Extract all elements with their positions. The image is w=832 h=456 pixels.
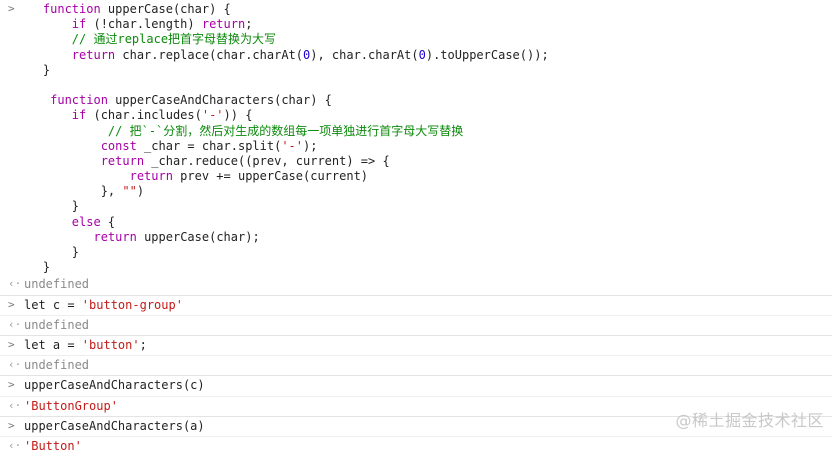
output-arrow-icon: ‹· bbox=[8, 317, 22, 331]
output-value: undefined bbox=[24, 358, 90, 373]
output-value: undefined bbox=[24, 277, 90, 292]
input-text: upperCaseAndCharacters(c) bbox=[24, 378, 205, 393]
code-line: } bbox=[14, 260, 51, 275]
console-input-entry[interactable]: > upperCaseAndCharacters(c) bbox=[0, 376, 832, 397]
output-arrow-icon: ‹· bbox=[8, 277, 22, 291]
code-line: if (!char.length) return; bbox=[71, 17, 253, 32]
output-value: 'Button' bbox=[24, 438, 82, 453]
code-block: function upperCase(char) { if (!char.len… bbox=[0, 2, 832, 275]
input-prompt-icon: > bbox=[8, 297, 15, 311]
output-value: undefined bbox=[24, 317, 90, 332]
console-output-entry: ‹· undefined bbox=[0, 275, 832, 296]
console-entry-code[interactable]: > function upperCase(char) { if (!char.l… bbox=[0, 0, 832, 275]
code-line: const _char = char.split('-'); bbox=[100, 138, 318, 153]
code-line: if (char.includes('-')) { bbox=[71, 108, 253, 123]
input-prompt-icon: > bbox=[8, 378, 15, 392]
console-output-entry: ‹· undefined bbox=[0, 316, 832, 336]
code-line: }, "") bbox=[14, 184, 145, 199]
console-input-entry[interactable]: > let c = 'button-group' bbox=[0, 296, 832, 316]
input-prompt-icon: > bbox=[8, 418, 15, 432]
code-line: function upperCaseAndCharacters(char) { bbox=[50, 93, 332, 108]
input-prompt-icon: > bbox=[8, 2, 15, 15]
console-output-entry: ‹· undefined bbox=[0, 356, 832, 377]
console-output-entry: ‹· 'Button' bbox=[0, 437, 832, 456]
code-line: return prev += upperCase(current) bbox=[129, 169, 369, 184]
code-line: } bbox=[14, 199, 80, 214]
code-line: return _char.reduce((prev, current) => { bbox=[100, 153, 390, 168]
code-line: } bbox=[14, 62, 51, 77]
output-arrow-icon: ‹· bbox=[8, 438, 22, 452]
code-line: else { bbox=[71, 214, 116, 229]
code-line: // 通过replace把首字母替换为大写 bbox=[71, 32, 277, 47]
input-text: let a = 'button'; bbox=[24, 337, 147, 352]
input-prompt-icon: > bbox=[8, 337, 15, 351]
code-line: } bbox=[14, 245, 80, 259]
code-line: return char.replace(char.charAt(0), char… bbox=[71, 47, 549, 62]
output-arrow-icon: ‹· bbox=[8, 398, 22, 412]
watermark: @稀土掘金技术社区 bbox=[675, 411, 824, 430]
code-line: return upperCase(char); bbox=[93, 229, 260, 244]
devtools-console: > function upperCase(char) { if (!char.l… bbox=[0, 0, 832, 456]
code-line: // 把`-`分割，然后对生成的数组每一项单独进行首字母大写替换 bbox=[107, 123, 464, 138]
console-input-entry[interactable]: > let a = 'button'; bbox=[0, 336, 832, 357]
input-text: let c = 'button-group' bbox=[24, 297, 183, 312]
output-arrow-icon: ‹· bbox=[8, 358, 22, 372]
code-line: function upperCase(char) { bbox=[42, 2, 231, 16]
